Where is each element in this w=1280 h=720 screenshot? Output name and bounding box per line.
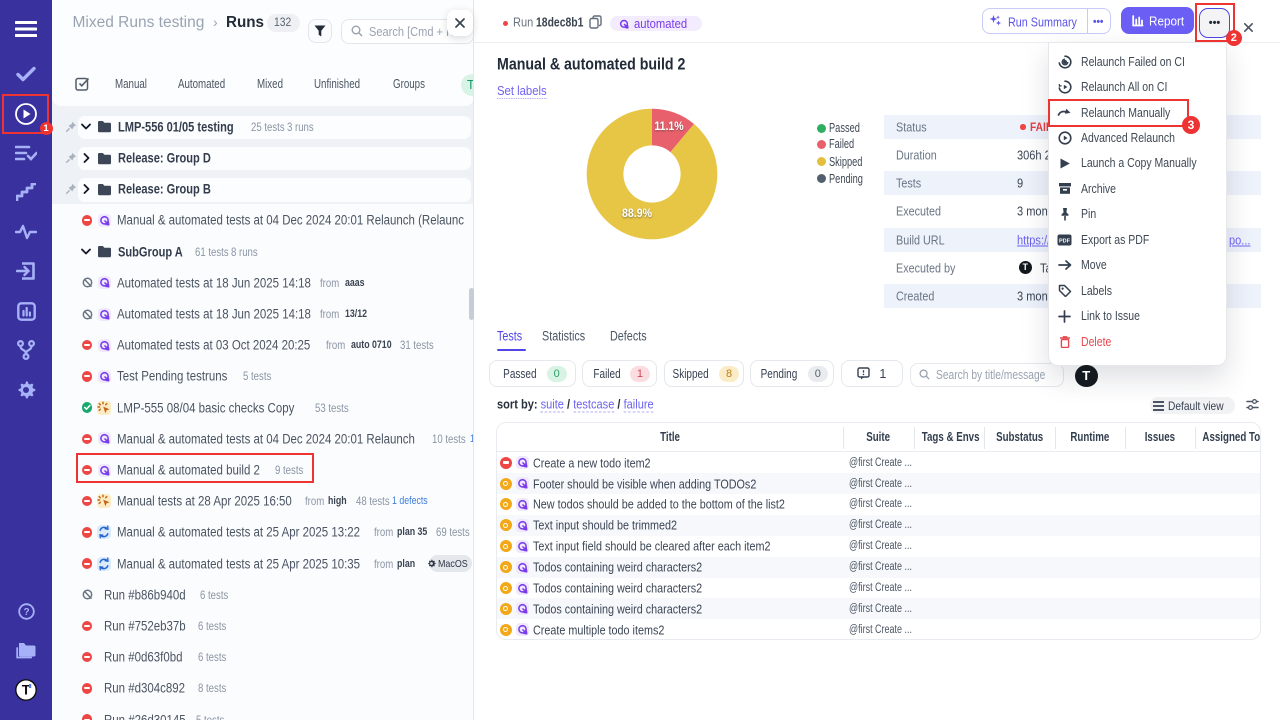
svg-text:PDF: PDF — [1059, 238, 1071, 244]
svg-text:?: ? — [23, 607, 29, 618]
